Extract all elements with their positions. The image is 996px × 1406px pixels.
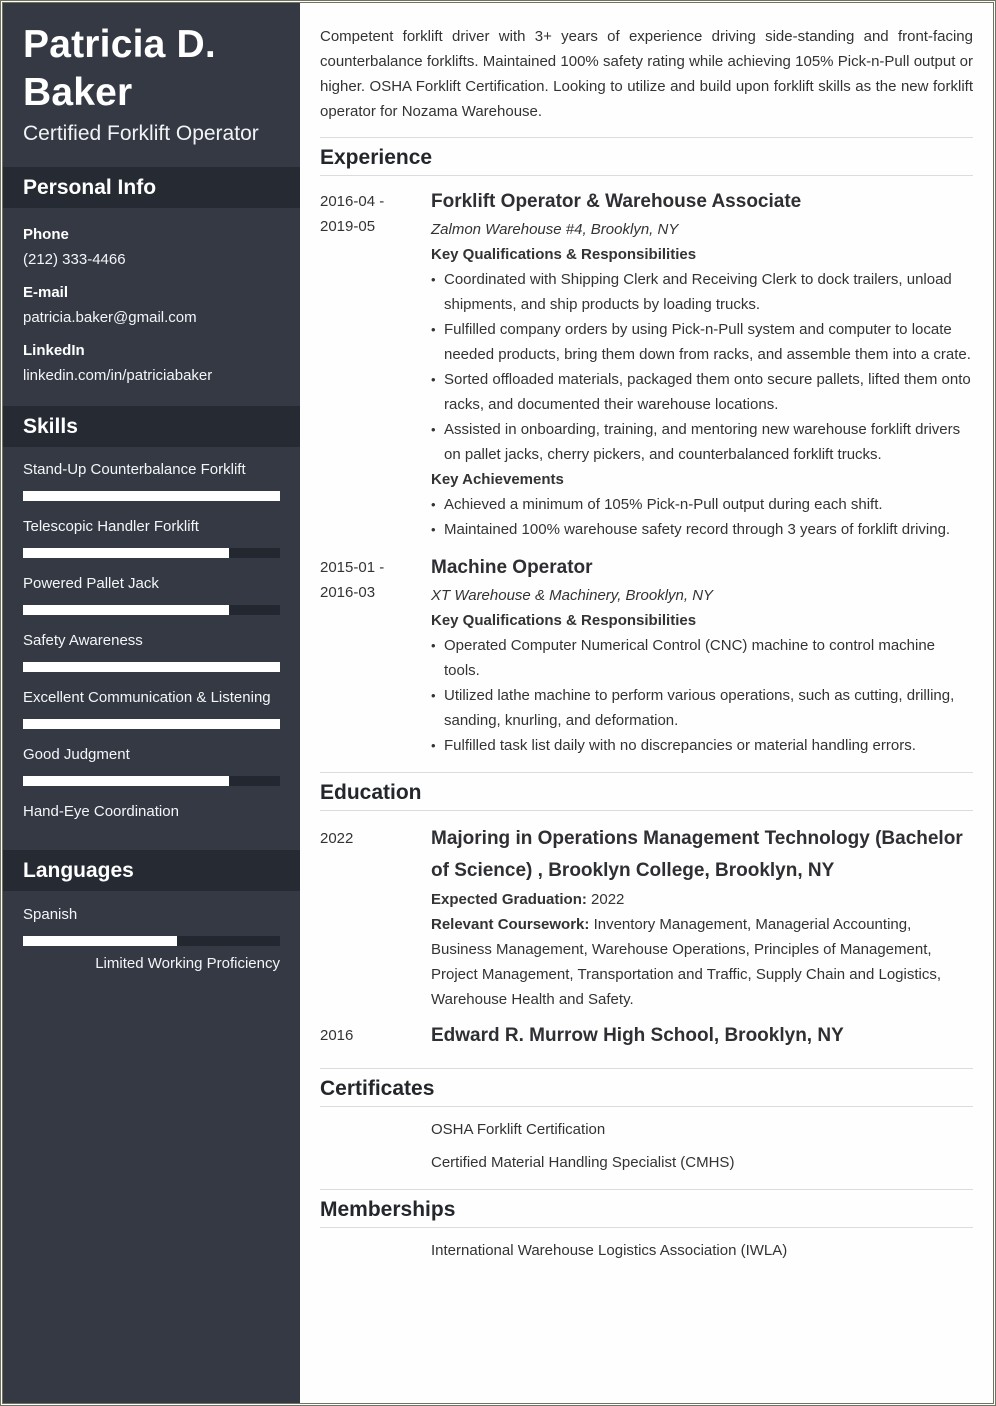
job-date-start: 2015-01 - [320,559,385,576]
skill-name: Stand-Up Counterbalance Forklift [23,461,246,478]
responsibility-item: Operated Computer Numerical Control (CNC… [431,633,973,683]
responsibility-item: Coordinated with Shipping Clerk and Rece… [431,267,973,317]
skill-level-bar [23,605,280,615]
skills-list: Stand-Up Counterbalance Forklift Telescop… [3,447,300,850]
education-title: Edward R. Murrow High School, Brooklyn, … [431,1025,844,1046]
skill-level-bar [23,548,280,558]
skill-name: Hand-Eye Coordination [23,803,179,820]
job-dates: 2016-04 - 2019-05 [320,189,431,542]
languages-heading: Languages [3,850,300,891]
skill-level-bar [23,491,280,501]
language-proficiency: Limited Working Proficiency [95,955,280,972]
skill-name: Telescopic Handler Forklift [23,518,199,535]
language-level-bar [23,936,280,946]
languages-list: Spanish Limited Working Proficiency [3,891,300,985]
personal-info-heading: Personal Info [3,167,300,208]
achievement-item: Achieved a minimum of 105% Pick-n-Pull o… [431,492,973,517]
job-date-end: 2016-03 [320,584,376,601]
certificates-heading: Certificates [320,1069,973,1107]
responsibilities-list: Operated Computer Numerical Control (CNC… [431,633,973,758]
membership-item: International Warehouse Logistics Associ… [431,1242,788,1259]
memberships-heading: Memberships [320,1190,973,1228]
education-title: Majoring in Operations Management Techno… [431,828,963,881]
certificates-list: OSHA Forklift Certification Certified Mat… [320,1107,973,1189]
resume-page: Patricia D. Baker Certified Forklift Ope… [0,0,996,1406]
job-entry: 2016-04 - 2019-05 Forklift Operator & Ware… [320,189,973,542]
job-date-end: 2019-05 [320,218,376,235]
expected-graduation: Expected Graduation: 2022 [431,887,973,912]
responsibilities-heading: Key Qualifications & Responsibilities [431,246,697,263]
skill-name: Safety Awareness [23,632,143,649]
responsibilities-list: Coordinated with Shipping Clerk and Rece… [431,267,973,467]
education-date: 2016 [320,1027,354,1044]
education-entry: 2022 Majoring in Operations Management Te… [320,823,973,1012]
achievements-heading: Key Achievements [431,471,564,488]
skill-name: Good Judgment [23,746,130,763]
education-list: 2022 Majoring in Operations Management Te… [320,823,973,1052]
job-title: Forklift Operator & Warehouse Associate [431,191,802,212]
job-body: Machine Operator XT Warehouse & Machinery… [431,555,973,758]
job-entry: 2015-01 - 2016-03 Machine Operator XT Wareh… [320,555,973,758]
education-date: 2022 [320,830,354,847]
job-company: XT Warehouse & Machinery, Brooklyn, NY [431,587,714,604]
responsibilities-heading: Key Qualifications & Responsibilities [431,612,697,629]
skill-name: Powered Pallet Jack [23,575,159,592]
education-heading: Education [320,773,973,811]
skill-level-fill [23,548,229,558]
job-body: Forklift Operator & Warehouse Associate Z… [431,189,973,542]
education-entry: 2016 Edward R. Murrow High School, Brookl… [320,1020,973,1052]
sidebar: Patricia D. Baker Certified Forklift Ope… [3,3,300,1403]
email-value[interactable]: patricia.baker@gmail.com [23,305,280,330]
certificate-item: Certified Material Handling Specialist (… [431,1154,735,1171]
responsibility-item: Fulfilled task list daily with no discre… [431,733,973,758]
linkedin-label: LinkedIn [23,342,85,359]
responsibility-item: Fulfilled company orders by using Pick-n… [431,317,973,367]
phone-value: (212) 333-4466 [23,251,126,268]
job-company: Zalmon Warehouse #4, Brooklyn, NY [431,221,679,238]
linkedin-value[interactable]: linkedin.com/in/patriciabaker [23,363,280,388]
skill-level-fill [23,719,280,729]
coursework-label: Relevant Coursework: [431,916,590,933]
skill-level-fill [23,605,229,615]
candidate-title: Certified Forklift Operator [23,122,259,145]
phone-label: Phone [23,226,69,243]
job-date-start: 2016-04 - [320,193,385,210]
education-body: Majoring in Operations Management Techno… [431,823,973,1012]
language-level-fill [23,936,178,946]
relevant-coursework: Relevant Coursework: Inventory Managemen… [431,912,973,1012]
achievements-list: Achieved a minimum of 105% Pick-n-Pull o… [431,492,973,542]
certificate-item: OSHA Forklift Certification [431,1121,606,1138]
certificates-section: Certificates OSHA Forklift Certification… [320,1068,973,1189]
job-title: Machine Operator [431,557,593,578]
email-label: E-mail [23,284,69,301]
language-name: Spanish [23,906,78,923]
memberships-section: Memberships International Warehouse Logi… [320,1189,973,1263]
personal-info: Phone (212) 333-4466 E-mail patricia.bak… [3,208,300,406]
achievement-item: Maintained 100% warehouse safety record … [431,517,973,542]
responsibility-item: Assisted in onboarding, training, and me… [431,417,973,467]
skill-level-bar [23,776,280,786]
skills-heading: Skills [3,406,300,447]
expected-graduation-label: Expected Graduation: [431,891,587,908]
experience-heading: Experience [320,138,973,176]
responsibility-item: Sorted offloaded materials, packaged the… [431,367,973,417]
skill-level-fill [23,776,229,786]
expected-graduation-value: 2022 [591,891,625,908]
responsibility-item: Utilized lathe machine to perform variou… [431,683,973,733]
memberships-list: International Warehouse Logistics Associ… [320,1228,973,1263]
experience-section: Experience 2016-04 - 2019-05 Forklift Oper… [320,138,973,758]
skill-level-fill [23,491,280,501]
candidate-name: Patricia D. Baker [23,23,216,114]
skill-level-bar [23,719,280,729]
education-section: Education 2022 Majoring in Operations Man… [320,772,973,1052]
skill-name: Excellent Communication & Listening [23,689,271,706]
job-dates: 2015-01 - 2016-03 [320,555,431,758]
header: Patricia D. Baker Certified Forklift Ope… [3,3,300,167]
jobs-list: 2016-04 - 2019-05 Forklift Operator & Ware… [320,189,973,758]
summary: Competent forklift driver with 3+ years … [320,24,973,138]
skill-level-fill [23,662,280,672]
education-body: Edward R. Murrow High School, Brooklyn, … [431,1020,973,1052]
main-content: Competent forklift driver with 3+ years … [300,3,993,1403]
skill-level-bar [23,662,280,672]
